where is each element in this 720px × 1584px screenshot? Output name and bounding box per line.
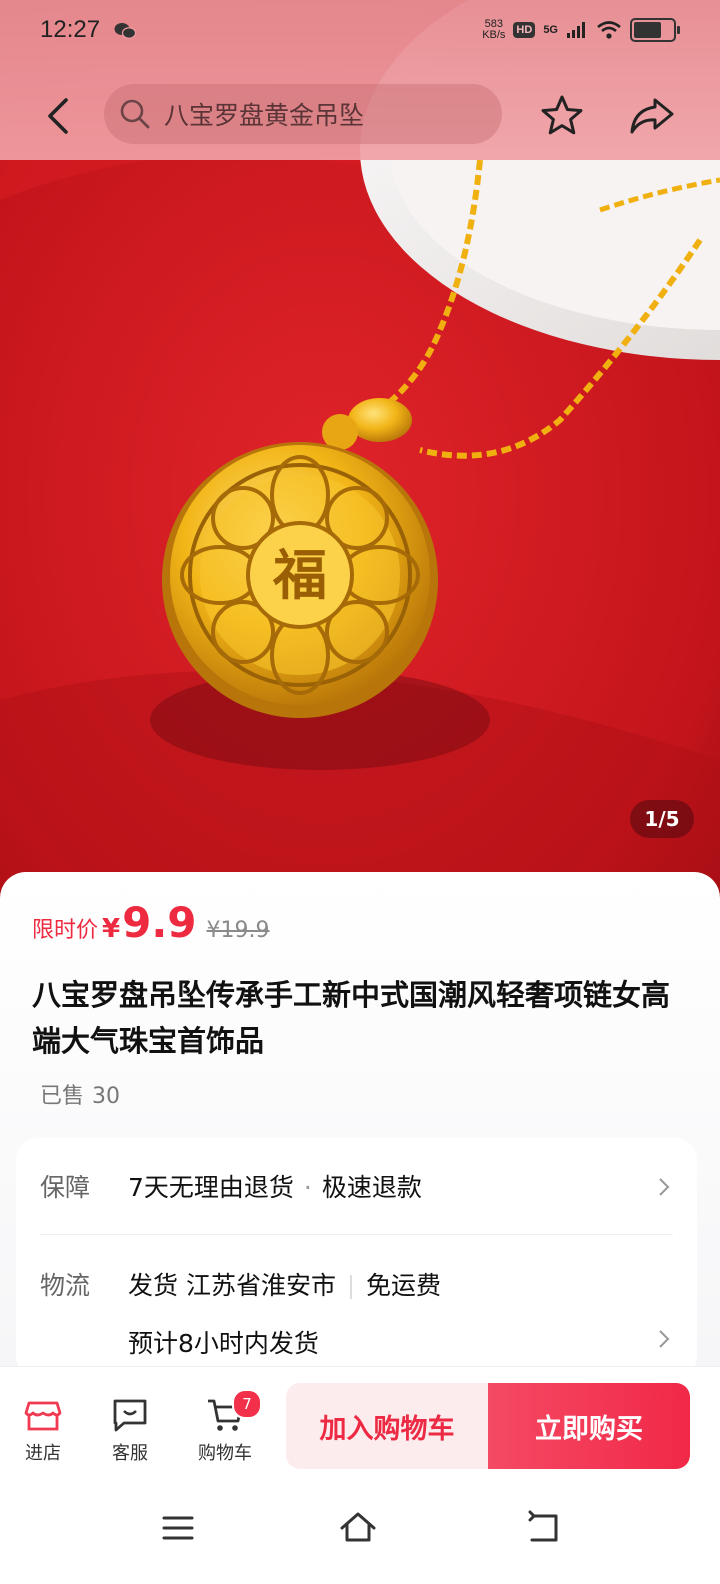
product-title: 八宝罗盘吊坠传承手工新中式国潮风轻奢项链女高端大气珠宝首饰品	[32, 978, 671, 1058]
search-bar[interactable]: 八宝罗盘黄金吊坠	[104, 84, 502, 144]
battery-icon	[630, 18, 680, 42]
customer-service-tab[interactable]: 客服	[95, 1395, 165, 1465]
chat-icon	[113, 1399, 147, 1432]
service-panel: 保障 7天无理由退货 · 极速退款 物流 发货 江苏省淮安市 免运费 预计8小时内发货	[16, 1138, 697, 1378]
currency-symbol: ¥	[102, 914, 121, 944]
chevron-right-icon	[659, 1330, 670, 1348]
network-type: 5G	[543, 24, 558, 36]
ship-eta: 预计8小时内发货	[128, 1329, 319, 1358]
chevron-right-icon	[659, 1178, 670, 1196]
limited-price-tag: 限时价	[32, 918, 99, 943]
menu-icon[interactable]	[158, 1508, 198, 1548]
original-price: ¥19.9	[206, 918, 270, 943]
nav-bar: 八宝罗盘黄金吊坠	[0, 84, 720, 148]
svg-text:福: 福	[272, 543, 327, 607]
cart-count-badge: 7	[232, 1389, 262, 1419]
signal-icon	[567, 22, 585, 38]
ship-info: 发货 江苏省淮安市 免运费	[128, 1271, 441, 1300]
clock: 12:27	[40, 16, 101, 43]
bottom-action-bar: 进店 客服 7 购物车 加入购物车 立即购买	[0, 1366, 720, 1485]
guarantee-label: 保障	[40, 1173, 91, 1202]
add-to-cart-button[interactable]: 加入购物车	[286, 1383, 488, 1469]
favorite-star-icon[interactable]	[538, 92, 586, 140]
hd-badge: HD	[513, 22, 536, 38]
top-header: 12:27 583 KB/s HD 5G 八宝罗盘黄金吊坠	[0, 0, 720, 160]
image-counter: 1/5	[630, 800, 694, 838]
system-navigation-bar	[0, 1484, 720, 1584]
store-icon	[24, 1401, 62, 1431]
search-icon	[120, 99, 150, 129]
search-text: 八宝罗盘黄金吊坠	[164, 101, 365, 130]
logistics-row[interactable]: 物流 发货 江苏省淮安市 免运费 预计8小时内发货	[16, 1234, 697, 1374]
guarantee-row[interactable]: 保障 7天无理由退货 · 极速退款	[16, 1138, 697, 1234]
product-info-card: 限时价 ¥ 9.9 ¥19.9 八宝罗盘吊坠传承手工新中式国潮风轻奢项链女高端大…	[0, 872, 720, 1378]
home-icon[interactable]	[338, 1508, 378, 1548]
net-speed: 583 KB/s	[482, 18, 506, 41]
price-row: 限时价 ¥ 9.9 ¥19.9	[32, 898, 270, 947]
wifi-icon	[597, 21, 621, 39]
status-bar: 12:27 583 KB/s HD 5G	[0, 0, 720, 64]
current-price: 9.9	[122, 898, 197, 947]
status-icons: 583 KB/s HD 5G	[482, 18, 680, 42]
wechat-notification-icon	[114, 23, 136, 39]
logistics-label: 物流	[40, 1271, 91, 1300]
guarantee-value: 7天无理由退货 · 极速退款	[128, 1173, 422, 1202]
sold-count: 已售 30	[40, 1084, 121, 1109]
back-nav-icon[interactable]	[524, 1508, 564, 1548]
buy-now-button[interactable]: 立即购买	[488, 1383, 690, 1469]
cart-tab[interactable]: 7 购物车	[190, 1389, 262, 1465]
back-icon[interactable]	[38, 94, 82, 138]
store-tab[interactable]: 进店	[8, 1395, 78, 1465]
share-icon[interactable]	[628, 92, 676, 140]
